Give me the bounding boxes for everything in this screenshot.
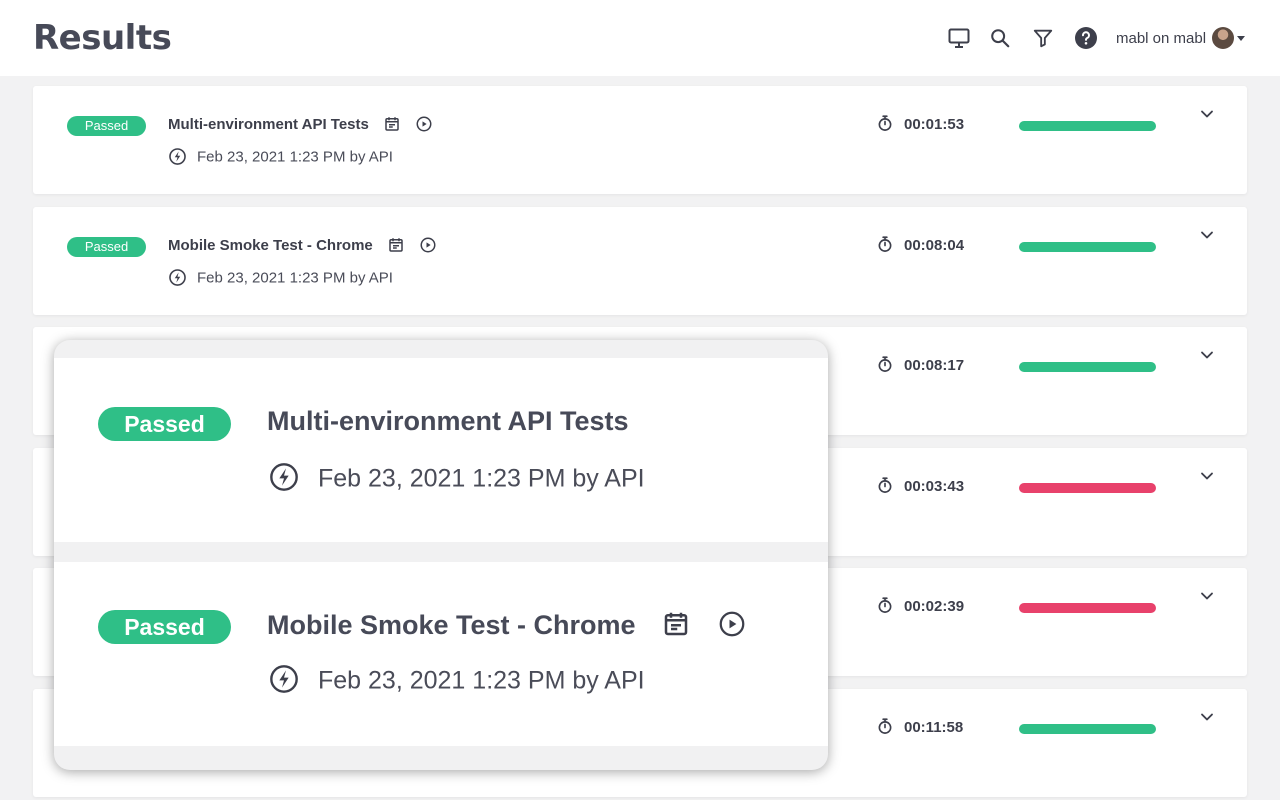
- chevron-down-icon[interactable]: [1197, 104, 1217, 124]
- run-meta-text: Feb 23, 2021 1:23 PM by API: [197, 269, 393, 287]
- result-bar: [1019, 362, 1156, 372]
- result-card[interactable]: Passed Multi-environment API Tests Feb 2…: [33, 86, 1247, 194]
- status-badge: Passed: [98, 610, 231, 644]
- chevron-down-icon[interactable]: [1197, 586, 1217, 606]
- test-title[interactable]: Multi-environment API Tests: [168, 116, 433, 134]
- lightning-icon: [169, 148, 186, 165]
- filter-icon[interactable]: [1031, 26, 1055, 50]
- user-menu[interactable]: mabl on mabl: [1116, 26, 1246, 50]
- chevron-down-icon[interactable]: [1197, 466, 1217, 486]
- result-bar: [1019, 242, 1156, 252]
- play-icon: [719, 611, 744, 637]
- result-bar: [1019, 724, 1156, 734]
- search-icon[interactable]: [988, 26, 1012, 50]
- duration: 00:08:17: [876, 356, 965, 375]
- run-meta-text: Feb 23, 2021 1:23 PM by API: [197, 148, 393, 166]
- caret-down-icon: [1237, 35, 1246, 41]
- test-title: Mobile Smoke Test - Chrome: [267, 610, 747, 642]
- run-meta: Feb 23, 2021 1:23 PM by API: [168, 269, 393, 288]
- duration: 00:03:43: [876, 477, 965, 496]
- status-badge: Passed: [67, 116, 146, 136]
- duration-text: 00:08:04: [904, 237, 965, 254]
- chevron-down-icon[interactable]: [1197, 225, 1217, 245]
- calendar-icon[interactable]: [387, 236, 405, 254]
- test-title[interactable]: Mobile Smoke Test - Chrome: [168, 237, 437, 255]
- duration-text: 00:01:53: [904, 116, 965, 133]
- duration: 00:02:39: [876, 597, 965, 616]
- play-icon[interactable]: [419, 236, 437, 254]
- lightning-icon: [270, 665, 298, 693]
- run-meta: Feb 23, 2021 1:23 PM by API: [268, 463, 645, 496]
- result-bar: [1019, 121, 1156, 131]
- test-name: Mobile Smoke Test - Chrome: [168, 237, 373, 254]
- duration-text: 00:02:39: [904, 598, 965, 615]
- stopwatch-icon: [878, 477, 892, 493]
- result-bar: [1019, 483, 1156, 493]
- duration: 00:11:58: [876, 718, 964, 737]
- stopwatch-icon: [878, 718, 892, 734]
- run-meta-text: Feb 23, 2021 1:23 PM by API: [318, 666, 645, 695]
- stopwatch-icon: [878, 115, 892, 131]
- duration-text: 00:11:58: [904, 719, 964, 736]
- test-name: Multi-environment API Tests: [168, 116, 369, 133]
- page-title: Results: [33, 18, 172, 58]
- run-meta: Feb 23, 2021 1:23 PM by API: [268, 665, 645, 698]
- zoom-callout: Passed Multi-environment API Tests Feb 2…: [54, 340, 828, 770]
- stopwatch-icon: [878, 236, 892, 252]
- avatar: [1212, 27, 1235, 49]
- status-badge: Passed: [67, 237, 146, 257]
- zoom-row: Passed Mobile Smoke Test - Chrome Feb 23…: [54, 562, 828, 746]
- status-badge: Passed: [98, 407, 231, 441]
- chevron-down-icon[interactable]: [1197, 345, 1217, 365]
- duration-text: 00:03:43: [904, 478, 965, 495]
- run-meta: Feb 23, 2021 1:23 PM by API: [168, 148, 393, 167]
- test-name: Multi-environment API Tests: [267, 406, 629, 436]
- result-bar: [1019, 603, 1156, 613]
- run-meta-text: Feb 23, 2021 1:23 PM by API: [318, 464, 645, 493]
- duration: 00:08:04: [876, 236, 965, 255]
- calendar-icon[interactable]: [383, 115, 401, 133]
- result-card[interactable]: Passed Mobile Smoke Test - Chrome Feb 23…: [33, 207, 1247, 315]
- stopwatch-icon: [878, 356, 892, 372]
- chevron-down-icon[interactable]: [1197, 707, 1217, 727]
- duration-text: 00:08:17: [904, 357, 965, 374]
- lightning-icon: [270, 463, 298, 491]
- zoom-row: Passed Multi-environment API Tests Feb 2…: [54, 358, 828, 542]
- test-name: Mobile Smoke Test - Chrome: [267, 610, 636, 640]
- play-icon[interactable]: [415, 115, 433, 133]
- stopwatch-icon: [878, 597, 892, 613]
- monitor-icon[interactable]: [947, 26, 971, 50]
- help-icon[interactable]: [1074, 26, 1098, 50]
- top-bar: Results mabl on mabl: [0, 0, 1280, 76]
- user-name: mabl on mabl: [1116, 29, 1207, 47]
- lightning-icon: [169, 269, 186, 286]
- calendar-icon: [664, 612, 688, 636]
- duration: 00:01:53: [876, 115, 965, 134]
